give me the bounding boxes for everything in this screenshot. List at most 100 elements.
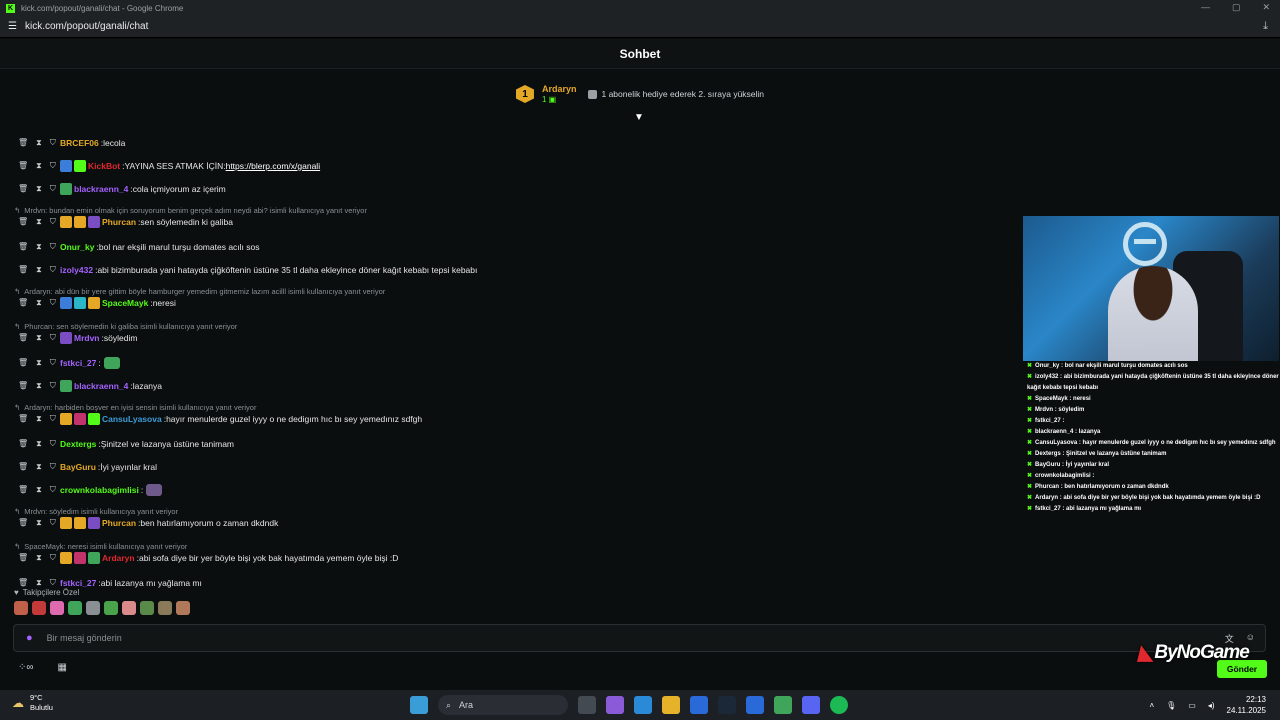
- ban-icon[interactable]: ⛉: [50, 485, 56, 495]
- emote-3[interactable]: [50, 601, 64, 615]
- chat-message[interactable]: 🗑 ⧗ ⛉ Onur_ky: bol nar ekşili marul turşu d…: [0, 240, 1020, 254]
- chat-input-placeholder[interactable]: Bir mesaj gönderin: [47, 633, 122, 643]
- task-view-icon[interactable]: [578, 696, 596, 714]
- clock[interactable]: 22:13 24.11.2025: [1227, 694, 1266, 716]
- ban-icon[interactable]: ⛉: [50, 242, 56, 252]
- ban-icon[interactable]: ⛉: [50, 265, 56, 275]
- reply-context[interactable]: ↰ SpaceMayk: neresi isimli kullanıcıya ya…: [0, 541, 1020, 551]
- message-link[interactable]: https://blerp.com/x/ganali: [226, 161, 321, 171]
- trash-icon[interactable]: 🗑: [18, 485, 28, 495]
- username[interactable]: Onur_ky: [60, 242, 95, 252]
- username[interactable]: fstkci_27: [60, 578, 96, 588]
- emote-10[interactable]: [176, 601, 190, 615]
- timeout-icon[interactable]: ⧗: [36, 333, 42, 343]
- chat-message[interactable]: 🗑 ⧗ ⛉ fstkci_27: abi lazanya mı yağlama mı: [0, 576, 1020, 590]
- close-icon[interactable]: ✕: [1262, 2, 1270, 13]
- store-app-icon[interactable]: [690, 696, 708, 714]
- ban-icon[interactable]: ⛉: [50, 578, 56, 588]
- volume-icon[interactable]: ◂): [1208, 701, 1215, 710]
- username[interactable]: izoly432: [60, 265, 93, 275]
- username[interactable]: blackraenn_4: [74, 184, 128, 194]
- copilot-icon[interactable]: [606, 696, 624, 714]
- username[interactable]: Phurcan: [102, 217, 136, 227]
- ban-icon[interactable]: ⛉: [50, 333, 56, 343]
- trash-icon[interactable]: 🗑: [18, 358, 28, 368]
- username[interactable]: Dextergs: [60, 439, 96, 449]
- chat-message[interactable]: ↰ Ardaryn: harbiden boşver en iyisi sensi…: [0, 402, 1020, 426]
- trash-icon[interactable]: 🗑: [18, 414, 28, 424]
- ban-icon[interactable]: ⛉: [50, 161, 56, 171]
- username[interactable]: crownkolabagimlisi: [60, 485, 139, 495]
- timeout-icon[interactable]: ⧗: [36, 358, 42, 368]
- timeout-icon[interactable]: ⧗: [36, 578, 42, 588]
- trash-icon[interactable]: 🗑: [18, 138, 28, 148]
- address-bar[interactable]: ☰ kick.com/popout/ganali/chat ⤓: [0, 16, 1280, 38]
- timeout-icon[interactable]: ⧗: [36, 217, 42, 227]
- timeout-icon[interactable]: ⧗: [36, 242, 42, 252]
- steam-icon[interactable]: [718, 696, 736, 714]
- trash-icon[interactable]: 🗑: [18, 333, 28, 343]
- chrome-icon[interactable]: [774, 696, 792, 714]
- chat-message[interactable]: 🗑 ⧗ ⛉ fstkci_27:: [0, 356, 1020, 370]
- settings-dots-icon[interactable]: ⁘∞: [18, 662, 34, 673]
- username[interactable]: Phurcan: [102, 518, 136, 528]
- emote-4[interactable]: [68, 601, 82, 615]
- chat-message[interactable]: 🗑 ⧗ ⛉ blackraenn_4: lazanya: [0, 379, 1020, 393]
- tray-chevron-icon[interactable]: ˄: [1149, 701, 1154, 710]
- timeout-icon[interactable]: ⧗: [36, 439, 42, 449]
- reply-context[interactable]: ↰ Ardaryn: abi dün bir yere gittim böyle …: [0, 286, 1020, 296]
- windows-start-icon[interactable]: [410, 696, 428, 714]
- timeout-icon[interactable]: ⧗: [36, 381, 42, 391]
- spotify-icon[interactable]: [830, 696, 848, 714]
- trash-icon[interactable]: 🗑: [18, 381, 28, 391]
- discord-icon[interactable]: [802, 696, 820, 714]
- timeout-icon[interactable]: ⧗: [36, 161, 42, 171]
- username[interactable]: blackraenn_4: [74, 381, 128, 391]
- username[interactable]: CansuLyasova: [102, 414, 162, 424]
- trash-icon[interactable]: 🗑: [18, 553, 28, 563]
- trash-icon[interactable]: 🗑: [18, 217, 28, 227]
- timeout-icon[interactable]: ⧗: [36, 298, 42, 308]
- emote-5[interactable]: [86, 601, 100, 615]
- timeout-icon[interactable]: ⧗: [36, 265, 42, 275]
- emote-6[interactable]: [104, 601, 118, 615]
- network-icon[interactable]: ▭: [1188, 701, 1196, 710]
- trash-icon[interactable]: 🗑: [18, 265, 28, 275]
- url-text[interactable]: kick.com/popout/ganali/chat: [25, 21, 148, 32]
- mic-tray-icon[interactable]: 🎙: [1166, 701, 1176, 710]
- store-icon[interactable]: ▦: [58, 662, 67, 673]
- chat-message[interactable]: 🗑 ⧗ ⛉ blackraenn_4: cola içmiyorum az içeri…: [0, 182, 1020, 196]
- chat-message[interactable]: ↰ Mrdvn: söyledim isimli kullanıcıya yanı…: [0, 506, 1020, 530]
- emote-icon[interactable]: [146, 484, 163, 496]
- ban-icon[interactable]: ⛉: [50, 553, 56, 563]
- weather-widget[interactable]: ☁ 9°C Bulutlu: [12, 693, 53, 713]
- trash-icon[interactable]: 🗑: [18, 184, 28, 194]
- taskbar-search[interactable]: ⌕ Ara: [438, 695, 568, 715]
- minimize-icon[interactable]: —: [1201, 2, 1210, 13]
- username[interactable]: Mrdvn: [74, 333, 100, 343]
- trash-icon[interactable]: 🗑: [18, 242, 28, 252]
- username[interactable]: BRCEF06: [60, 138, 99, 148]
- chat-message[interactable]: 🗑 ⧗ ⛉ KickBot: YAYINA SES ATMAK İÇİN: https…: [0, 159, 1020, 173]
- emote-1[interactable]: [14, 601, 28, 615]
- chat-message[interactable]: 🗑 ⧗ ⛉ BRCEF06: lecola: [0, 136, 1020, 150]
- chat-input[interactable]: ● Bir mesaj gönderin 文 ☺: [13, 624, 1266, 652]
- ban-icon[interactable]: ⛉: [50, 138, 56, 148]
- chat-message[interactable]: 🗑 ⧗ ⛉ BayGuru: İyi yayınlar kral: [0, 460, 1020, 474]
- chat-message[interactable]: ↰ Phurcan: sen söylemedin ki galiba isiml…: [0, 321, 1020, 345]
- username[interactable]: fstkci_27: [60, 358, 96, 368]
- ban-icon[interactable]: ⛉: [50, 439, 56, 449]
- trash-icon[interactable]: 🗑: [18, 462, 28, 472]
- emote-8[interactable]: [140, 601, 154, 615]
- ban-icon[interactable]: ⛉: [50, 518, 56, 528]
- ban-icon[interactable]: ⛉: [50, 358, 56, 368]
- emote-2[interactable]: [32, 601, 46, 615]
- file-explorer-icon[interactable]: [662, 696, 680, 714]
- ban-icon[interactable]: ⛉: [50, 217, 56, 227]
- site-info-icon[interactable]: ☰: [8, 21, 17, 32]
- emote-icon[interactable]: [103, 357, 120, 369]
- timeout-icon[interactable]: ⧗: [36, 138, 42, 148]
- chat-message[interactable]: 🗑 ⧗ ⛉ crownkolabagimlisi:: [0, 483, 1020, 497]
- reply-context[interactable]: ↰ Phurcan: sen söylemedin ki galiba isiml…: [0, 321, 1020, 331]
- timeout-icon[interactable]: ⧗: [36, 485, 42, 495]
